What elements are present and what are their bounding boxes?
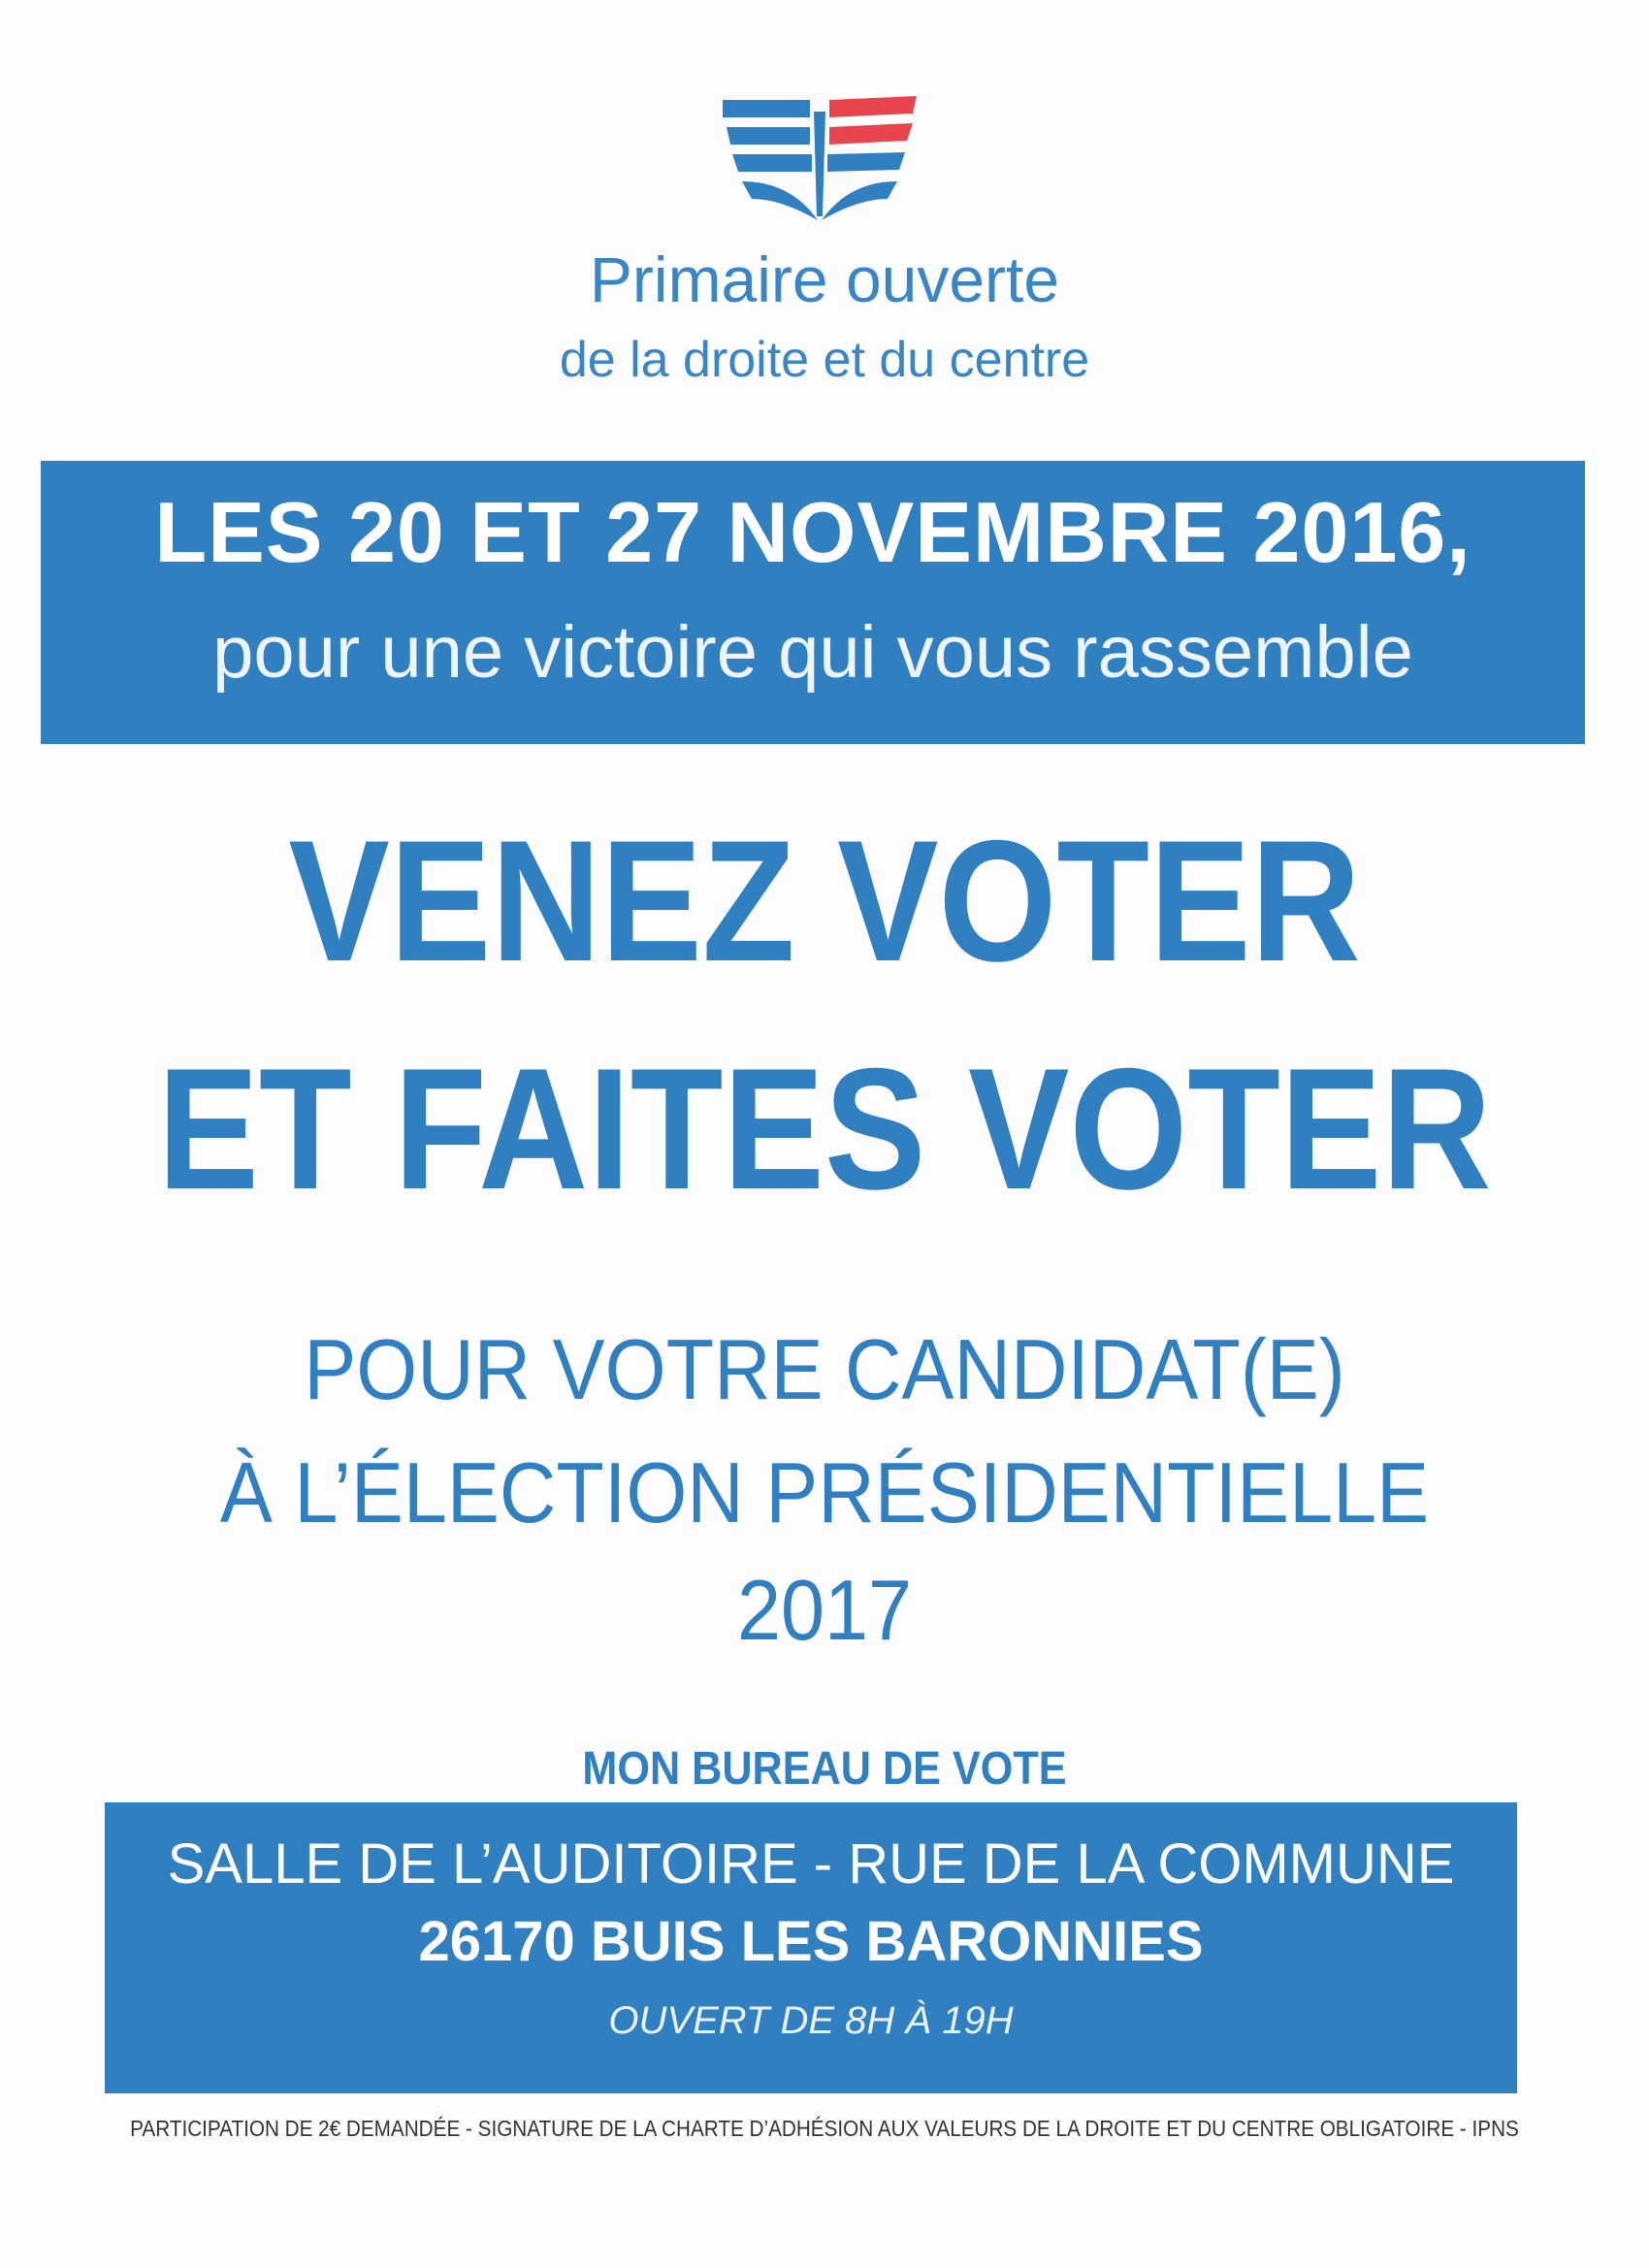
address-line-2: 26170 BUIS LES BARONNIES [418,1910,1204,1973]
headline-line-2: ET FAITES VOTER [157,1032,1492,1225]
subheadline-line-2: À L’ÉLECTION PRÉSIDENTIELLE [219,1444,1430,1540]
footer-note: PARTICIPATION DE 2€ DEMANDÉE - SIGNATURE… [130,2116,1519,2141]
brand-subtitle: de la droite et du centre [559,332,1090,388]
date-subtitle: pour une victoire qui vous rassemble [212,611,1413,694]
address-line-1: SALLE DE L’AUDITOIRE - RUE DE LA COMMUNE [167,1832,1455,1895]
opening-hours: OUVERT DE 8H À 19H [608,1999,1014,2042]
book-wings-logo-icon [723,96,917,220]
brand-title: Primaire ouverte [589,243,1060,315]
address-banner: SALLE DE L’AUDITOIRE - RUE DE LA COMMUNE… [105,1802,1517,2093]
date-title: LES 20 ET 27 NOVEMBRE 2016, [154,484,1471,580]
subheadline-line-3: 2017 [736,1562,913,1658]
date-banner: LES 20 ET 27 NOVEMBRE 2016, pour une vic… [41,461,1585,744]
bureau-label: MON BUREAU DE VOTE [582,1743,1067,1795]
headline-line-1: VENEZ VOTER [288,804,1361,997]
subheadline-line-1: POUR VOTRE CANDIDAT(E) [304,1321,1345,1417]
poster-page: Primaire ouverte de la droite et du cent… [0,0,1649,2268]
